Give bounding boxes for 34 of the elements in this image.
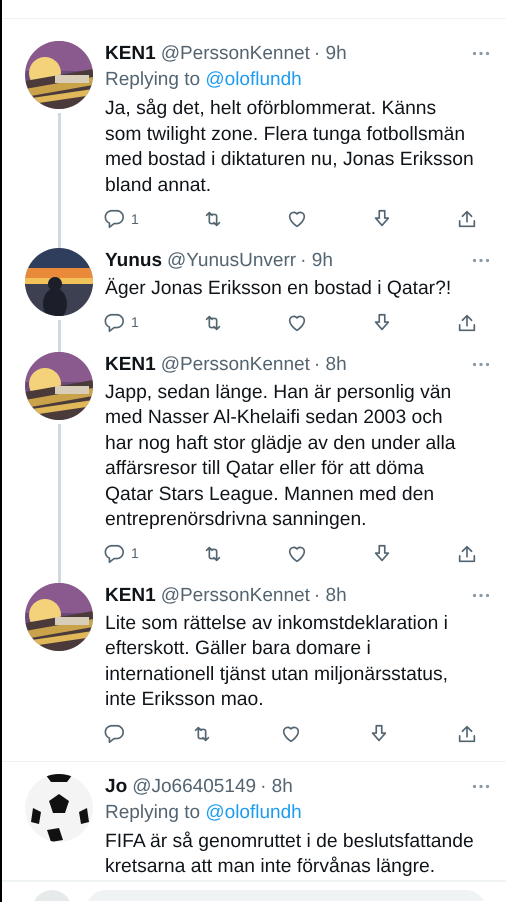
reply-context: Replying to <box>105 69 200 90</box>
more-icon[interactable] <box>472 362 490 366</box>
tweet-time: · 9h <box>300 249 333 273</box>
more-icon[interactable] <box>472 592 490 598</box>
author-name[interactable]: KEN1 <box>105 352 156 376</box>
tweet-time: · 8h <box>314 352 347 376</box>
reply-count: 1 <box>131 544 139 563</box>
reply-context: Replying to <box>105 802 200 822</box>
reply-count: 1 <box>131 210 139 228</box>
author-handle[interactable]: @PerssonKennet <box>160 41 310 66</box>
more-icon[interactable] <box>472 784 490 788</box>
reply-icon[interactable] <box>103 542 125 564</box>
author-name[interactable]: KEN1 <box>105 582 156 608</box>
tweet-time: · 9h <box>314 42 347 66</box>
tweet-text: Lite som rättelse av inkomstdeklaration i efterskott. Gäller bara domare i internationell tjänst utan miljonärsstatus, inte Eriksson mao. <box>105 612 449 712</box>
tweet-text: Äger Jonas Eriksson en bostad i Qatar?! <box>105 276 452 301</box>
more-icon[interactable] <box>472 51 490 56</box>
reply-icon[interactable] <box>103 208 125 230</box>
reply-count: 1 <box>131 313 139 332</box>
author-handle[interactable]: @YunusUnverr <box>167 248 296 273</box>
author-name[interactable]: Yunus <box>105 248 162 273</box>
author-handle[interactable]: @PerssonKennet <box>160 352 310 376</box>
tweet-text: Japp, sedan länge. Han är personlig vän med Nasser Al-Khelaifi sedan 2003 och har nog haft stor glädje av den under alla affärsresor till Qatar eller för att döma Qatar Stars League. Mannen med den entreprenörsdrivna sanningen. <box>105 380 457 532</box>
tweet-time: · 8h <box>260 774 293 798</box>
author-name[interactable]: KEN1 <box>105 41 156 66</box>
reply-icon[interactable] <box>103 722 125 744</box>
tweet-time: · 8h <box>314 584 347 608</box>
tweet-text: FIFA är så genomruttet i de beslutsfattande kretsarna att man inte förvånas längre. <box>105 830 475 879</box>
author-handle[interactable]: @PerssonKennet <box>160 582 310 608</box>
reply-icon[interactable] <box>103 312 125 334</box>
author-name[interactable]: Jo <box>105 774 128 798</box>
tweet-text: Ja, såg det, helt oförblommerat. Känns som twilight zone. Flera tunga fotbollsmän med bostad i diktaturen nu, Jonas Eriksson bland annat. <box>105 97 475 198</box>
more-icon[interactable] <box>472 258 490 263</box>
author-handle[interactable]: @Jo66405149 <box>132 774 256 798</box>
